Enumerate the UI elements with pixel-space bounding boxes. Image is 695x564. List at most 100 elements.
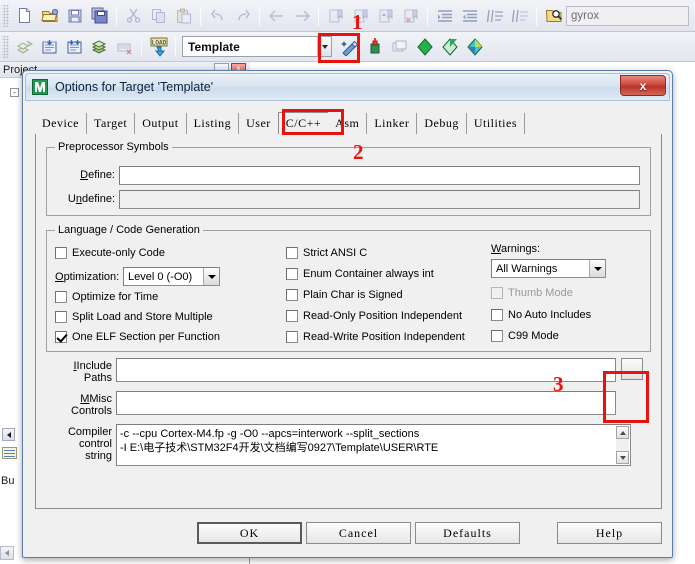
warnings-select[interactable]: All Warnings — [491, 259, 606, 278]
bookmark-toggle-icon[interactable] — [324, 4, 347, 27]
checkbox-c99-mode[interactable]: C99 Mode — [491, 330, 559, 342]
dialog-title: Options for Target 'Template' — [55, 80, 214, 94]
toolbar-separator — [259, 5, 260, 26]
indent-icon[interactable] — [433, 4, 456, 27]
rebuild-icon[interactable] — [63, 35, 86, 58]
checkbox-read-only-position-independent[interactable]: Read-Only Position Independent — [286, 310, 462, 322]
download-icon[interactable]: LOAD — [147, 35, 170, 58]
find-in-files-icon[interactable] — [542, 4, 565, 27]
checkbox-enum-container-always-int[interactable]: Enum Container always int — [286, 268, 434, 280]
include-paths-input[interactable] — [116, 358, 616, 382]
stop-build-icon[interactable] — [113, 35, 136, 58]
checkbox-strict-ansi-c[interactable]: Strict ANSI C — [286, 247, 367, 259]
checkbox-label: Read-Write Position Independent — [303, 331, 465, 343]
build-target-icon[interactable] — [38, 35, 61, 58]
checkbox-label: Plain Char is Signed — [303, 289, 403, 301]
checkbox-execute-only-code[interactable]: Execute-only Code — [55, 247, 165, 259]
multi-project-icon[interactable] — [388, 35, 411, 58]
ok-button[interactable]: OK — [197, 522, 302, 544]
comment-icon[interactable] — [483, 4, 506, 27]
optimization-select[interactable]: Level 0 (-O0) — [123, 267, 220, 286]
toolbar-separator — [116, 5, 117, 26]
checkbox-optimize-for-time[interactable]: Optimize for Time — [55, 291, 158, 303]
target-selector-value: Template — [188, 39, 240, 54]
uncomment-icon[interactable] — [508, 4, 531, 27]
tab-listing[interactable]: Listing — [187, 113, 240, 134]
tab-output[interactable]: Output — [135, 113, 187, 134]
tab-linker[interactable]: Linker — [367, 113, 418, 134]
chevron-down-icon[interactable] — [317, 37, 331, 56]
bookmark-clear-icon[interactable] — [399, 4, 422, 27]
checkbox-box — [286, 331, 298, 343]
tab-utilities[interactable]: Utilities — [467, 113, 526, 134]
target-options-icon[interactable] — [338, 35, 361, 58]
compiler-control-string-readonly: -c --cpu Cortex-M4.fp -g -O0 --apcs=inte… — [116, 424, 631, 466]
defaults-button[interactable]: Defaults — [415, 522, 520, 544]
open-file-icon[interactable] — [38, 4, 61, 27]
new-file-icon[interactable] — [13, 4, 36, 27]
panel-collapse-arrow-icon[interactable] — [2, 428, 15, 441]
paste-icon[interactable] — [172, 4, 195, 27]
tab-asm[interactable]: Asm — [328, 113, 368, 134]
dialog-body: Device Target Output Listing User C/C++ … — [23, 103, 674, 559]
scroll-down-arrow-icon[interactable] — [616, 451, 629, 464]
tab-c-cpp[interactable]: C/C++ — [277, 112, 329, 135]
svg-text:LOAD: LOAD — [151, 39, 166, 46]
build-output-tab-label[interactable]: Bu — [1, 475, 14, 487]
checkbox-box — [491, 287, 503, 299]
copy-icon[interactable] — [147, 4, 170, 27]
project-tree-expander[interactable]: - — [10, 88, 19, 97]
navigate-back-icon[interactable] — [265, 4, 288, 27]
dialog-close-button[interactable]: x — [620, 75, 666, 96]
include-paths-browse-button[interactable]: ... — [621, 358, 643, 380]
run-to-main-icon[interactable] — [438, 35, 461, 58]
help-button[interactable]: Help — [557, 522, 662, 544]
build-icon[interactable] — [13, 35, 36, 58]
chevron-down-icon[interactable] — [589, 260, 605, 277]
checkbox-one-elf-section-per-function[interactable]: One ELF Section per Function — [55, 331, 220, 343]
annotation-number-3: 3 — [553, 372, 564, 396]
tab-user[interactable]: User — [239, 113, 278, 134]
checkbox-label: Strict ANSI C — [303, 247, 368, 259]
tab-device[interactable]: Device — [35, 113, 87, 134]
scroll-up-arrow-icon[interactable] — [616, 426, 629, 439]
undo-icon[interactable] — [206, 4, 229, 27]
bookmark-next-icon[interactable] — [374, 4, 397, 27]
cancel-button[interactable]: Cancel — [306, 522, 411, 544]
misc-controls-label-line1: Misc — [89, 393, 112, 405]
manage-runtime-icon[interactable] — [463, 35, 486, 58]
tab-target[interactable]: Target — [87, 113, 136, 134]
checkbox-box — [55, 331, 67, 343]
compiler-string-scrollbar[interactable] — [616, 426, 629, 464]
checkbox-split-load-and-store-multiple[interactable]: Split Load and Store Multiple — [55, 311, 213, 323]
checkbox-box — [286, 247, 298, 259]
project-tab-icon[interactable] — [2, 447, 17, 459]
outdent-icon[interactable] — [458, 4, 481, 27]
tab-debug[interactable]: Debug — [417, 113, 467, 134]
target-selector[interactable]: Template — [182, 36, 332, 57]
undefine-input[interactable] — [119, 190, 640, 209]
checkbox-no-auto-includes[interactable]: No Auto Includes — [491, 309, 591, 321]
pack-installer-icon[interactable] — [413, 35, 436, 58]
checkbox-label: Read-Only Position Independent — [303, 310, 462, 322]
scroll-left-arrow-icon[interactable] — [0, 546, 14, 560]
checkbox-read-write-position-independent[interactable]: Read-Write Position Independent — [286, 331, 465, 343]
navigate-forward-icon[interactable] — [290, 4, 313, 27]
batch-build-icon[interactable] — [88, 35, 111, 58]
dialog-titlebar[interactable]: Options for Target 'Template' x — [25, 73, 670, 101]
checkbox-box — [286, 289, 298, 301]
compiler-control-string-line2: -I E:\电子技术\STM32F4开发\文档编写0927\Template\U… — [120, 442, 439, 454]
toolbar-grip[interactable] — [2, 4, 9, 27]
checkbox-plain-char-is-signed[interactable]: Plain Char is Signed — [286, 289, 403, 301]
chevron-down-icon[interactable] — [203, 268, 219, 285]
save-all-icon[interactable] — [88, 4, 111, 27]
misc-controls-input[interactable] — [116, 391, 616, 415]
define-input[interactable] — [119, 166, 640, 185]
preprocessor-symbols-group-title: Preprocessor Symbols — [55, 141, 172, 153]
cut-icon[interactable] — [122, 4, 145, 27]
search-input[interactable]: gyrox — [566, 5, 689, 26]
manage-components-icon[interactable] — [363, 35, 386, 58]
toolbar-grip[interactable] — [2, 35, 9, 58]
save-icon[interactable] — [63, 4, 86, 27]
redo-icon[interactable] — [231, 4, 254, 27]
